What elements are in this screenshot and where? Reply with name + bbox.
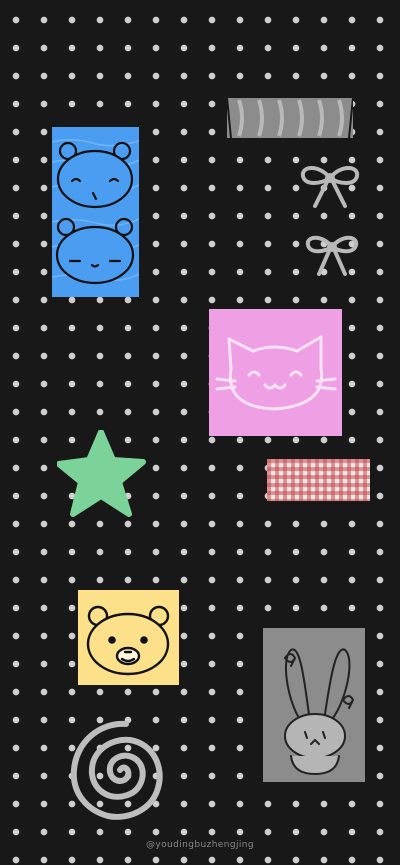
yellow-bear-sticker <box>78 590 179 685</box>
watermark-text: @youdingbuzhengjing <box>146 840 254 850</box>
gray-tape-sticker <box>227 98 353 138</box>
gray-bunny-sticker <box>263 628 365 782</box>
pink-cat-sticker <box>209 309 342 436</box>
spiral-doodle <box>64 712 174 827</box>
ribbon-bow-icon <box>302 230 362 280</box>
blue-bear-sticker <box>52 127 139 297</box>
polka-dot-wallpaper: @youdingbuzhengjing <box>0 0 400 865</box>
red-gingham-tape-sticker <box>267 459 370 501</box>
ribbon-bow-icon <box>297 160 363 212</box>
green-star-sticker <box>57 430 147 520</box>
